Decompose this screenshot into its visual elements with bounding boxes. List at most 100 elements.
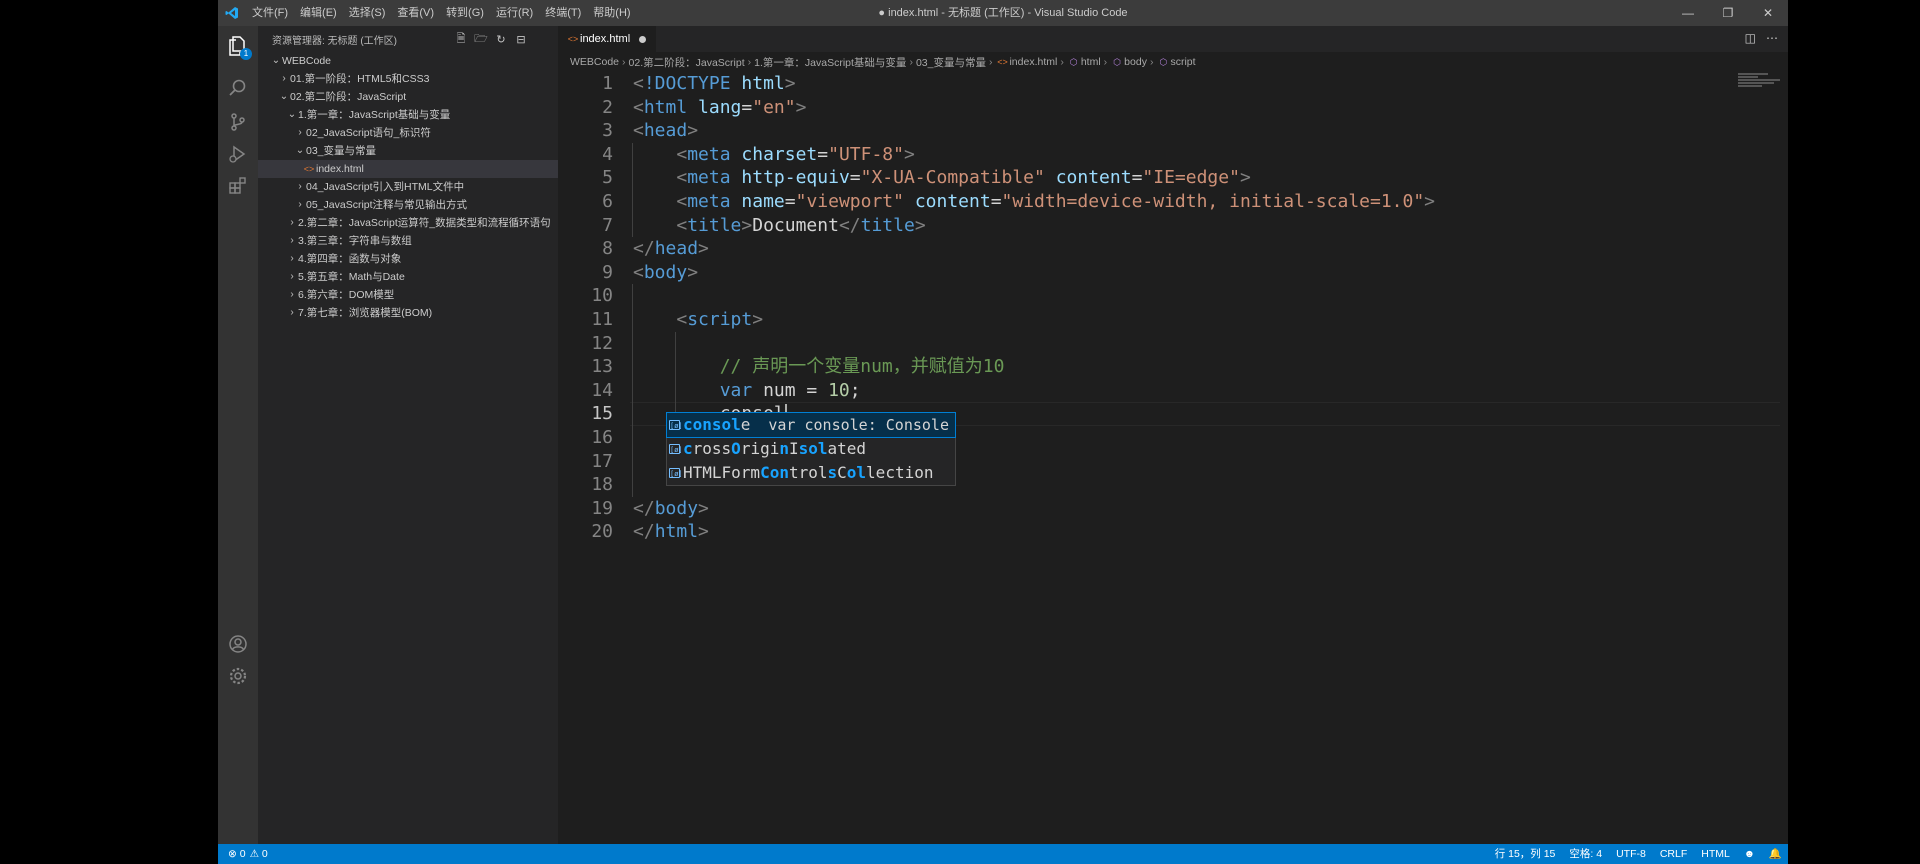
breadcrumb-item[interactable]: WEBCode — [570, 56, 619, 68]
breadcrumb-item[interactable]: html — [1081, 56, 1101, 68]
gear-icon[interactable] — [218, 656, 258, 696]
suggestion-item[interactable]: [ø] console var console: Console — [666, 412, 956, 438]
code-token: !DOCTYPE — [643, 73, 731, 94]
folder-item[interactable]: › 02_JavaScript语句_标识符 — [258, 124, 558, 142]
folder-item[interactable]: › 6.第六章：DOM模型 — [258, 286, 558, 304]
code-line: 7 <title>Document</title> — [558, 214, 1788, 238]
feedback-icon[interactable]: ☻ — [1744, 844, 1755, 864]
language-mode[interactable]: HTML — [1701, 844, 1730, 864]
minimize-icon[interactable]: — — [1668, 0, 1708, 26]
tab-index-html[interactable]: <> index.html — [558, 26, 656, 52]
tree-item-label: index.html — [316, 163, 364, 175]
chevron-down-icon[interactable]: ⌄ — [278, 88, 290, 106]
breadcrumb-item[interactable]: index.html — [1009, 56, 1057, 68]
close-icon[interactable]: ✕ — [1748, 0, 1788, 26]
tab-label: index.html — [580, 33, 631, 45]
minimap[interactable] — [1738, 72, 1783, 102]
code-text: </html> — [633, 520, 709, 544]
code-token: content — [1055, 167, 1132, 189]
more-actions-icon[interactable]: ⋯ — [1766, 31, 1778, 45]
extensions-icon[interactable] — [218, 166, 258, 206]
code-token: // 声明一个变量num，并赋值为10 — [719, 356, 1005, 378]
code-text: <!DOCTYPE html> — [633, 72, 796, 96]
unsaved-dot-icon[interactable] — [639, 36, 646, 43]
breadcrumb-item[interactable]: body — [1124, 56, 1147, 68]
menu-item[interactable]: 转到(G) — [440, 0, 490, 26]
warnings-count[interactable]: ⚠ 0 — [250, 844, 268, 864]
code-token: < — [633, 73, 644, 94]
menu-item[interactable]: 选择(S) — [343, 0, 392, 26]
html-file-icon: <> — [997, 57, 1008, 67]
menu-item[interactable]: 帮助(H) — [587, 0, 636, 26]
suggestion-text: rigi — [740, 439, 780, 458]
tree-item-label: 01.第一阶段：HTML5和CSS3 — [290, 73, 430, 85]
code-text: <html lang="en"> — [633, 96, 806, 120]
chevron-right-icon[interactable]: › — [294, 124, 306, 142]
breadcrumb-item[interactable]: 02.第二阶段：JavaScript — [629, 55, 745, 70]
code-token: http-equiv — [741, 167, 850, 189]
folder-item[interactable]: ⌄ 1.第一章：JavaScript基础与变量 — [258, 106, 558, 124]
code-token: > — [1239, 167, 1251, 189]
code-token: "en" — [752, 96, 796, 118]
folder-item[interactable]: › 7.第七章：浏览器模型(BOM) — [258, 304, 558, 322]
code-token: < — [633, 120, 644, 142]
explorer-icon[interactable]: 1 — [218, 26, 258, 66]
chevron-right-icon[interactable]: › — [286, 214, 298, 232]
new-file-icon[interactable]: 🗎 — [454, 32, 468, 46]
code-token: </ — [838, 214, 861, 236]
notifications-icon[interactable]: 🔔 — [1769, 844, 1782, 864]
suggestion-text: HTMLForm — [683, 463, 761, 482]
code-token: > — [741, 214, 753, 236]
breadcrumb-item[interactable]: 1.第一章：JavaScript基础与变量 — [754, 55, 906, 70]
folder-item[interactable]: › 04_JavaScript引入到HTML文件中 — [258, 178, 558, 196]
menu-item[interactable]: 查看(V) — [391, 0, 440, 26]
chevron-down-icon[interactable]: ⌄ — [270, 52, 282, 70]
menu-item[interactable]: 文件(F) — [246, 0, 294, 26]
chevron-right-icon[interactable]: › — [286, 304, 298, 322]
cursor-position[interactable]: 行 15，列 15 — [1495, 844, 1556, 864]
chevron-right-icon[interactable]: › — [286, 268, 298, 286]
folder-item[interactable]: › 2.第二章：JavaScript运算符_数据类型和流程循环语句 — [258, 214, 558, 232]
chevron-right-icon[interactable]: › — [286, 232, 298, 250]
menu-item[interactable]: 编辑(E) — [294, 0, 343, 26]
chevron-right-icon[interactable]: › — [294, 196, 306, 214]
chevron-right-icon[interactable]: › — [278, 70, 290, 88]
chevron-right-icon[interactable]: › — [286, 250, 298, 268]
code-token: meta — [687, 143, 731, 165]
chevron-right-icon[interactable]: › — [294, 178, 306, 196]
folder-item[interactable]: › 01.第一阶段：HTML5和CSS3 — [258, 70, 558, 88]
chevron-down-icon[interactable]: ⌄ — [286, 106, 298, 124]
chevron-right-icon[interactable]: › — [286, 286, 298, 304]
line-number: 9 — [602, 261, 613, 283]
maximize-icon[interactable]: ❐ — [1708, 0, 1748, 26]
split-editor-icon[interactable]: ◫ — [1745, 31, 1756, 45]
folder-item[interactable]: ⌄ 02.第二阶段：JavaScript — [258, 88, 558, 106]
vscode-logo-icon — [218, 0, 246, 26]
encoding[interactable]: UTF-8 — [1616, 844, 1646, 864]
folder-item[interactable]: › 4.第四章：函数与对象 — [258, 250, 558, 268]
suggestion-item[interactable]: [ø] HTMLFormControlsCollection — [667, 461, 955, 485]
chevron-down-icon[interactable]: ⌄ — [294, 142, 306, 160]
file-item[interactable]: <> index.html — [258, 160, 558, 178]
folder-item[interactable]: › 5.第五章：Math与Date — [258, 268, 558, 286]
new-folder-icon[interactable]: 🗁 — [474, 32, 488, 46]
folder-item[interactable]: › 3.第三章：字符串与数组 — [258, 232, 558, 250]
end-of-line[interactable]: CRLF — [1660, 844, 1687, 864]
folder-item[interactable]: › 05_JavaScript注释与常见输出方式 — [258, 196, 558, 214]
suggestion-text: consol — [683, 415, 741, 434]
breadcrumb-item[interactable]: script — [1170, 56, 1195, 68]
breadcrumb-item[interactable]: 03_变量与常量 — [916, 55, 986, 70]
folder-item[interactable]: ⌄ 03_变量与常量 — [258, 142, 558, 160]
menu-item[interactable]: 运行(R) — [490, 0, 539, 26]
folder-item[interactable]: ⌄ WEBCode — [258, 52, 558, 70]
window-controls: — ❐ ✕ — [1668, 0, 1788, 26]
refresh-icon[interactable]: ↻ — [494, 32, 508, 46]
breadcrumb-separator-icon: › — [1103, 56, 1108, 68]
collapse-all-icon[interactable]: ⊟ — [514, 32, 528, 46]
menu-item[interactable]: 终端(T) — [539, 0, 587, 26]
suggestion-item[interactable]: [ø] crossOriginIsolated — [667, 437, 955, 461]
code-text: var num = 10; — [720, 379, 861, 403]
indentation[interactable]: 空格: 4 — [1569, 844, 1602, 864]
errors-count[interactable]: ⊗ 0 — [228, 844, 246, 864]
